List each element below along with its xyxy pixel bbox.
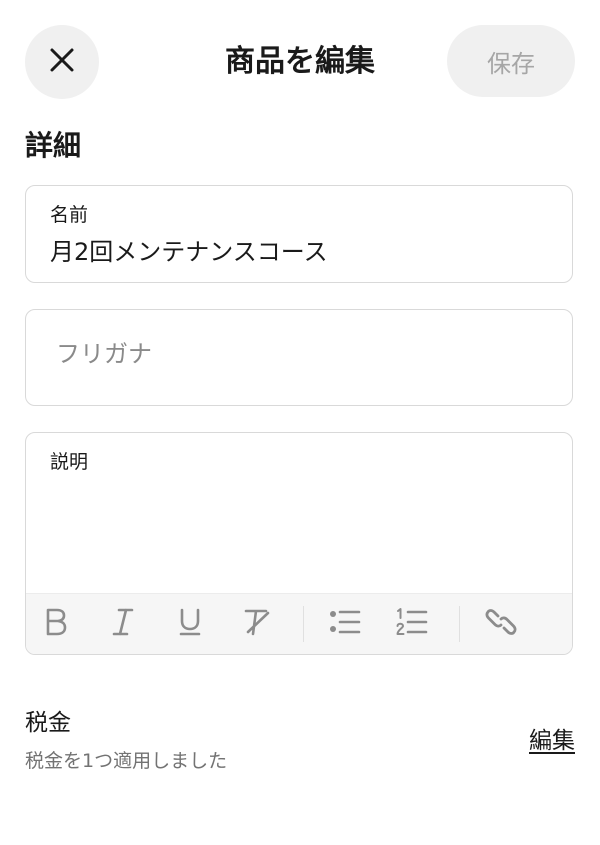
toolbar-divider [459,606,460,642]
underline-button[interactable] [170,604,210,644]
tax-summary: 税金を1つ適用しました [25,750,228,772]
italic-button[interactable] [103,604,143,644]
description-field[interactable]: 説明 [25,432,573,655]
italic-icon [110,607,136,641]
clear-format-button[interactable] [237,604,277,644]
description-label: 説明 [50,451,89,473]
edit-item-page: 商品を編集 保存 詳細 名前 月2回メンテナンスコース 説明 [0,0,600,845]
name-field-value[interactable]: 月2回メンテナンスコース [50,235,328,269]
link-icon [485,606,517,642]
toolbar-divider [303,606,304,642]
name-field-label: 名前 [50,204,89,226]
bullet-list-button[interactable] [325,604,365,644]
tax-title: 税金 [25,710,71,736]
numbered-list-icon [396,607,428,641]
bold-icon [43,607,69,641]
numbered-list-button[interactable] [392,604,432,644]
details-section-title: 詳細 [25,129,82,162]
clear-format-icon [242,607,272,641]
rich-text-toolbar [26,593,572,654]
bold-button[interactable] [36,604,76,644]
tax-edit-link[interactable]: 編集 [529,724,575,758]
name-field[interactable]: 名前 月2回メンテナンスコース [25,185,573,283]
save-button[interactable]: 保存 [447,25,575,97]
bullet-list-icon [329,608,361,640]
furigana-input[interactable] [56,340,536,368]
underline-icon [177,607,203,641]
furigana-field[interactable] [25,309,573,406]
description-textarea[interactable] [48,481,552,595]
link-button[interactable] [481,604,521,644]
